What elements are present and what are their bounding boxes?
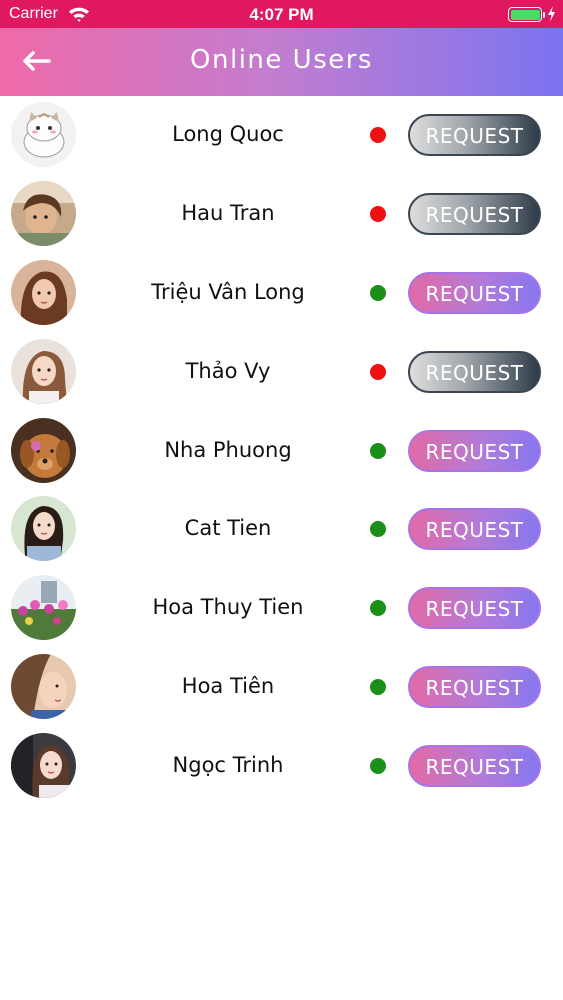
online-status-dot xyxy=(370,284,386,301)
user-name: Hoa Thuy Tien xyxy=(152,595,304,620)
avatar[interactable] xyxy=(11,259,76,325)
list-item: Hoa Thuy Tien REQUEST xyxy=(0,569,563,648)
user-name: Hoa Tiên xyxy=(181,674,275,699)
list-item: Cat Tien REQUEST xyxy=(0,490,563,569)
request-button[interactable]: REQUEST xyxy=(408,271,541,314)
list-item: Long Quoc REQUEST xyxy=(0,96,563,175)
avatar[interactable] xyxy=(11,496,76,562)
online-status-dot xyxy=(370,600,386,617)
offline-status-dot xyxy=(370,205,386,222)
request-button[interactable]: REQUEST xyxy=(408,508,541,551)
user-name: Nha Phuong xyxy=(164,437,292,462)
request-button[interactable]: REQUEST xyxy=(408,429,541,472)
online-status-dot xyxy=(370,758,386,775)
status-bar: Carrier 4:07 PM xyxy=(0,0,563,28)
user-name: Ngọc Trinh xyxy=(172,753,284,778)
request-button[interactable]: REQUEST xyxy=(408,745,541,788)
request-button[interactable]: REQUEST xyxy=(408,666,541,709)
offline-status-dot xyxy=(370,363,386,380)
user-name: Cat Tien xyxy=(184,516,272,541)
list-item: Ngọc Trinh REQUEST xyxy=(0,727,563,806)
user-name: Triệu Vân Long xyxy=(151,279,305,304)
avatar[interactable] xyxy=(11,654,76,720)
list-item: Hoa Tiên REQUEST xyxy=(0,648,563,727)
battery-nub xyxy=(543,12,545,18)
offline-status-dot xyxy=(370,127,386,143)
online-status-dot xyxy=(370,442,386,459)
request-button[interactable]: REQUEST xyxy=(408,587,541,630)
list-item: Triệu Vân Long REQUEST xyxy=(0,254,563,333)
page-title: Online Users xyxy=(190,45,373,75)
user-name: Thảo Vy xyxy=(185,358,271,383)
charging-bolt-icon xyxy=(548,6,555,22)
online-status-dot xyxy=(370,679,386,696)
list-item: Nha Phuong REQUEST xyxy=(0,412,563,491)
list-item: Thảo Vy REQUEST xyxy=(0,333,563,412)
status-time: 4:07 PM xyxy=(249,5,314,24)
user-name: Hau Tran xyxy=(181,200,275,225)
request-button[interactable]: REQUEST xyxy=(408,350,541,393)
avatar[interactable] xyxy=(11,180,76,246)
header-bar: Online Users xyxy=(0,28,563,96)
avatar[interactable] xyxy=(11,338,76,404)
avatar[interactable] xyxy=(11,575,76,641)
online-status-dot xyxy=(370,521,386,538)
user-name: Long Quoc xyxy=(172,122,284,146)
battery-icon xyxy=(508,7,542,22)
user-list: Long Quoc REQUEST Hau Tran REQUEST Triệu… xyxy=(0,96,563,806)
request-button[interactable]: REQUEST xyxy=(408,192,541,235)
avatar[interactable] xyxy=(11,102,76,167)
avatar[interactable] xyxy=(11,417,76,483)
list-item: Hau Tran REQUEST xyxy=(0,175,563,254)
request-button[interactable]: REQUEST xyxy=(408,114,541,156)
avatar[interactable] xyxy=(11,733,76,799)
